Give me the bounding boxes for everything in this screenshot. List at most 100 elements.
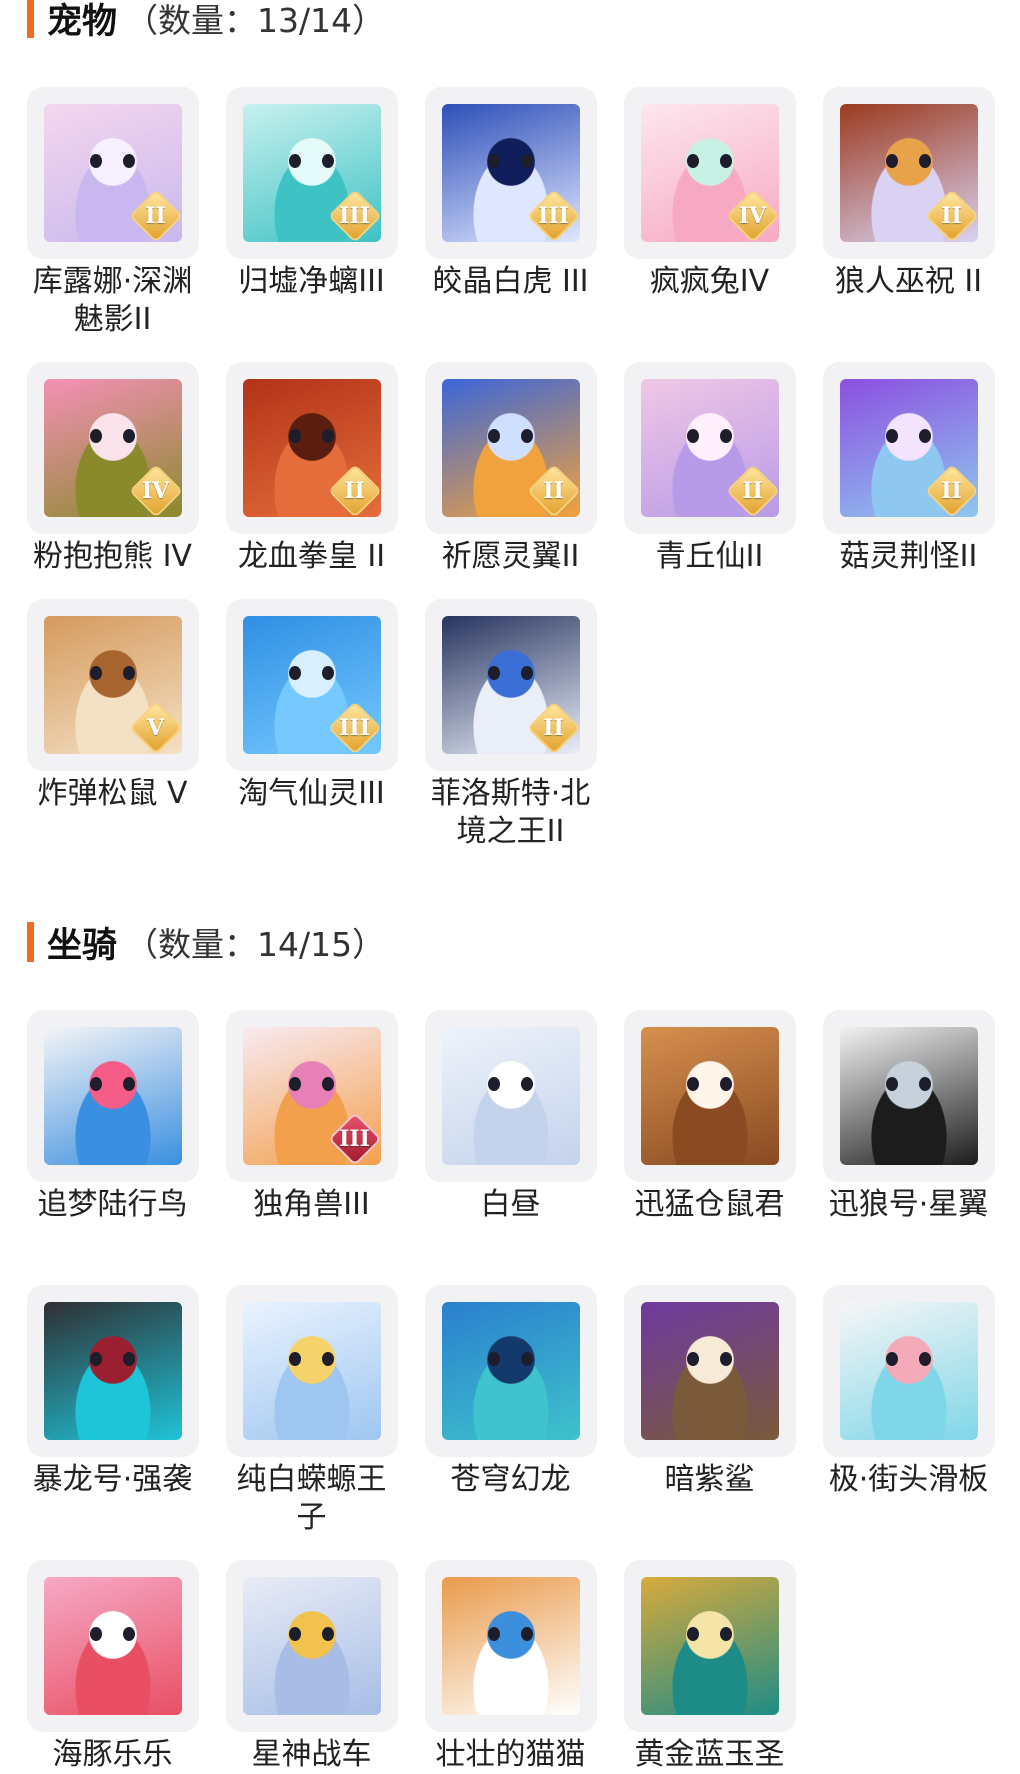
pet-name: 皎晶白虎 III: [432, 264, 589, 299]
mount-card[interactable]: 壮壮的猫猫: [411, 1560, 610, 1774]
pet-card[interactable]: II 青丘仙II: [610, 362, 809, 576]
character-eye-icon: [919, 1076, 932, 1091]
pet-card[interactable]: II 龙血拳皇 II: [212, 362, 411, 576]
character-eye-icon: [720, 153, 733, 168]
pet-tile[interactable]: III: [225, 87, 398, 259]
mount-card[interactable]: 暗紫鲨: [610, 1285, 809, 1499]
pet-card[interactable]: IV 疯疯兔IV: [610, 87, 809, 301]
pet-card[interactable]: II 库露娜·深渊魅影II: [13, 87, 212, 339]
character-eye-icon: [123, 1076, 136, 1091]
mount-tile[interactable]: [26, 1560, 199, 1732]
mount-tile[interactable]: [26, 1285, 199, 1457]
pet-tile[interactable]: III: [424, 87, 597, 259]
pet-card[interactable]: II 狼人巫祝 II: [809, 87, 1008, 301]
mount-card[interactable]: 白昼: [411, 1010, 610, 1224]
mount-tile[interactable]: [623, 1560, 796, 1732]
pet-card[interactable]: II 菇灵荆怪II: [809, 362, 1008, 576]
mount-card[interactable]: 苍穹幻龙: [411, 1285, 610, 1499]
pet-tile[interactable]: IV: [623, 87, 796, 259]
mount-name: 白昼: [480, 1187, 541, 1222]
rank-badge-icon: IV: [131, 466, 181, 516]
mount-tile[interactable]: [623, 1010, 796, 1182]
character-eye-icon: [123, 428, 136, 443]
pet-card[interactable]: III 淘气仙灵III: [212, 599, 411, 813]
mount-name: 壮壮的猫猫: [435, 1737, 586, 1772]
character-eye-icon: [521, 153, 534, 168]
mount-image: [640, 1027, 779, 1165]
rank-badge-label: III: [339, 1126, 370, 1152]
pet-name: 粉抱抱熊 IV: [33, 539, 192, 574]
mount-card[interactable]: III 独角兽III: [212, 1010, 411, 1224]
mount-card[interactable]: 暴龙号·强袭: [13, 1285, 212, 1499]
mount-card[interactable]: 追梦陆行鸟: [13, 1010, 212, 1224]
rank-badge-label: II: [941, 203, 962, 229]
mount-card[interactable]: 迅猛仓鼠君: [610, 1010, 809, 1224]
character-eye-icon: [288, 665, 301, 680]
character-eye-icon: [322, 1351, 335, 1366]
mount-image: [43, 1027, 182, 1165]
rank-badge-icon: II: [529, 703, 579, 753]
pet-tile[interactable]: II: [822, 362, 995, 534]
character-eye-icon: [521, 1076, 534, 1091]
rank-badge-label: II: [344, 478, 365, 504]
pet-card[interactable]: III 皎晶白虎 III: [411, 87, 610, 301]
rank-badge-label: II: [543, 478, 564, 504]
mount-name: 星神战车: [251, 1737, 372, 1772]
mount-card[interactable]: 星神战车: [212, 1560, 411, 1774]
mount-card[interactable]: 海豚乐乐: [13, 1560, 212, 1774]
rank-badge-label: II: [543, 715, 564, 741]
character-eye-icon: [89, 1626, 102, 1641]
mount-card[interactable]: 黄金蓝玉圣: [610, 1560, 809, 1774]
character-eye-icon: [322, 665, 335, 680]
character-eye-icon: [885, 1351, 898, 1366]
pet-card[interactable]: V 炸弹松鼠 V: [13, 599, 212, 813]
pet-card[interactable]: II 菲洛斯特·北境之王II: [411, 599, 610, 851]
rank-badge-icon: III: [330, 703, 380, 753]
mount-image: [242, 1577, 381, 1715]
pet-card[interactable]: III 归墟净螭III: [212, 87, 411, 301]
mount-tile[interactable]: [225, 1285, 398, 1457]
mount-tile[interactable]: [822, 1010, 995, 1182]
mount-tile[interactable]: [26, 1010, 199, 1182]
pet-card[interactable]: II 祈愿灵翼II: [411, 362, 610, 576]
pet-tile[interactable]: II: [225, 362, 398, 534]
pet-tile[interactable]: II: [822, 87, 995, 259]
mount-tile[interactable]: [424, 1010, 597, 1182]
pet-tile[interactable]: II: [424, 599, 597, 771]
mount-card[interactable]: 迅狼号·星翼: [809, 1010, 1008, 1224]
character-eye-icon: [720, 428, 733, 443]
character-eye-icon: [521, 428, 534, 443]
character-eye-icon: [288, 428, 301, 443]
mount-tile[interactable]: [623, 1285, 796, 1457]
mount-tile[interactable]: [225, 1560, 398, 1732]
mount-tile[interactable]: III: [225, 1010, 398, 1182]
mount-card[interactable]: 极·街头滑板: [809, 1285, 1008, 1499]
pet-tile[interactable]: II: [623, 362, 796, 534]
pet-tile[interactable]: II: [26, 87, 199, 259]
pets-section-header: 宠物 （数量：13/14）: [27, 0, 385, 42]
character-eye-icon: [720, 1076, 733, 1091]
mount-tile[interactable]: [424, 1285, 597, 1457]
rank-badge-label: II: [742, 478, 763, 504]
rank-badge-label: V: [146, 715, 165, 741]
rank-badge-label: III: [538, 203, 569, 229]
mount-tile[interactable]: [822, 1285, 995, 1457]
rank-badge-icon: II: [728, 466, 778, 516]
mount-image: [640, 1302, 779, 1440]
mount-card[interactable]: 纯白蝾螈王子: [212, 1285, 411, 1537]
pet-tile[interactable]: III: [225, 599, 398, 771]
character-eye-icon: [123, 1351, 136, 1366]
pet-card[interactable]: IV 粉抱抱熊 IV: [13, 362, 212, 576]
pet-tile[interactable]: V: [26, 599, 199, 771]
mount-name: 纯白蝾螈王子: [236, 1462, 387, 1535]
pet-tile[interactable]: IV: [26, 362, 199, 534]
mount-image: [441, 1027, 580, 1165]
mount-tile[interactable]: [424, 1560, 597, 1732]
mount-image: [640, 1577, 779, 1715]
mount-name: 独角兽III: [253, 1187, 370, 1222]
mount-name: 海豚乐乐: [52, 1737, 173, 1772]
pet-tile[interactable]: II: [424, 362, 597, 534]
rank-badge-icon: IV: [728, 191, 778, 241]
character-eye-icon: [720, 1626, 733, 1641]
section-accent-bar: [27, 0, 34, 38]
